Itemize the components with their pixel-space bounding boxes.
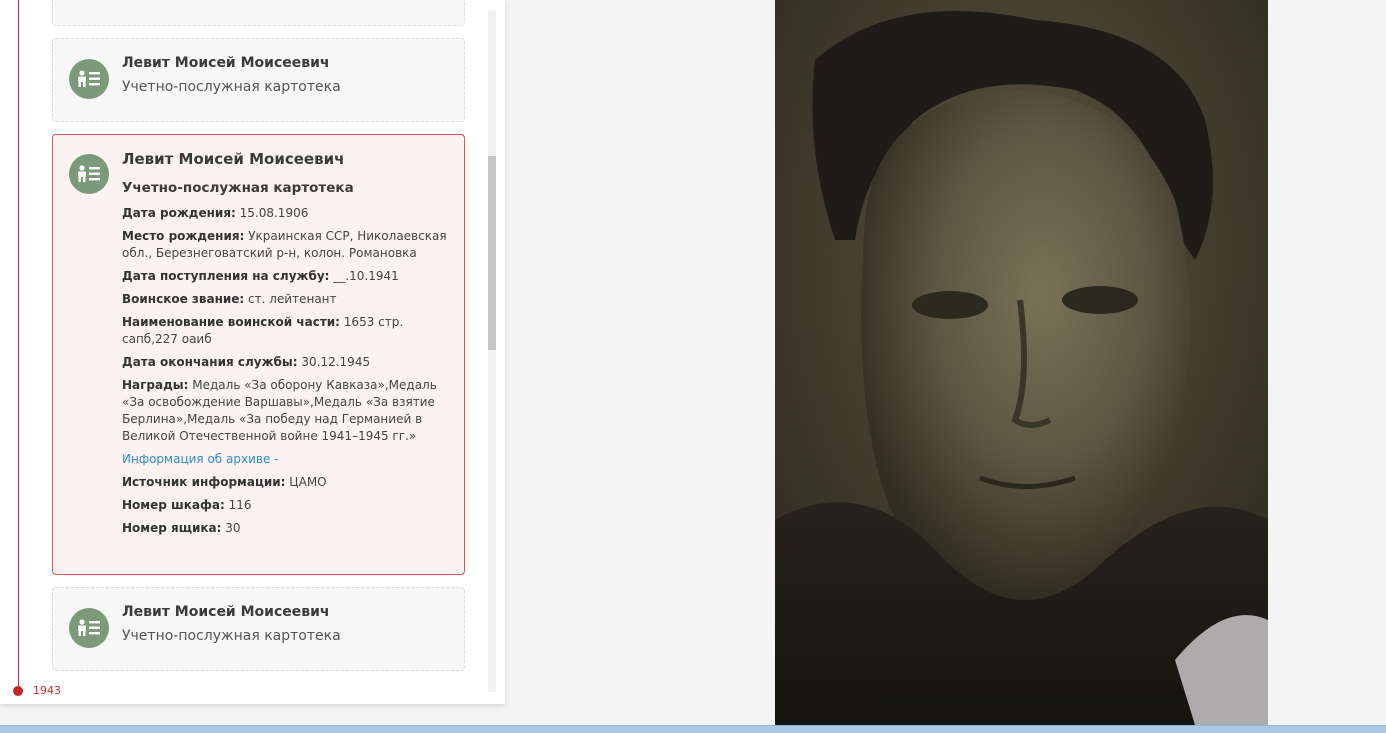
field-rank: Воинское звание: ст. лейтенант <box>122 292 337 306</box>
timeline-line <box>18 0 19 690</box>
field-source: Источник информации: ЦАМО <box>122 475 327 489</box>
portrait-photo <box>775 0 1268 725</box>
record-name: Левит Моисей Моисеевич <box>122 55 330 71</box>
person-document-icon <box>69 608 109 648</box>
person-document-icon <box>69 59 109 99</box>
timeline-dot[interactable] <box>13 686 23 696</box>
field-cabinet-number: Номер шкафа: 116 <box>122 498 252 512</box>
field-awards: Награды: Медаль «За оборону Кавказа»,Мед… <box>122 378 437 443</box>
scrollbar-thumb[interactable] <box>488 156 496 350</box>
record-card[interactable]: Левит Моисей Моисеевич Учетно-послужная … <box>52 587 465 671</box>
person-document-icon <box>69 154 109 194</box>
record-card-partial[interactable] <box>52 0 465 26</box>
bottom-bar <box>0 725 1386 733</box>
record-name: Левит Моисей Моисеевич <box>122 150 345 168</box>
record-fields: Дата рождения: 15.08.1906 Место рождения… <box>122 205 454 543</box>
field-service-start: Дата поступления на службу: __.10.1941 <box>122 269 399 283</box>
field-service-end: Дата окончания службы: 30.12.1945 <box>122 355 371 369</box>
field-unit: Наименование воинской части: 1653 стр. с… <box>122 315 404 346</box>
archive-info-link[interactable]: Информация об архиве - <box>122 451 454 468</box>
record-name: Левит Моисей Моисеевич <box>122 604 330 620</box>
field-birth-date: Дата рождения: 15.08.1906 <box>122 206 309 220</box>
scrollbar-track[interactable] <box>488 10 496 692</box>
record-card-expanded[interactable]: Левит Моисей Моисеевич Учетно-послужная … <box>52 134 465 575</box>
field-drawer-number: Номер ящика: 30 <box>122 521 241 535</box>
record-type: Учетно-послужная картотека <box>122 79 341 95</box>
record-type: Учетно-послужная картотека <box>122 180 354 196</box>
record-type: Учетно-послужная картотека <box>122 628 341 644</box>
field-birth-place: Место рождения: Украинская ССР, Николаев… <box>122 229 447 260</box>
timeline-year: 1943 <box>33 684 61 697</box>
record-card[interactable]: Левит Моисей Моисеевич Учетно-послужная … <box>52 38 465 122</box>
records-panel: 1943 Левит Моисей Моисеевич Учетно-послу… <box>0 0 505 704</box>
